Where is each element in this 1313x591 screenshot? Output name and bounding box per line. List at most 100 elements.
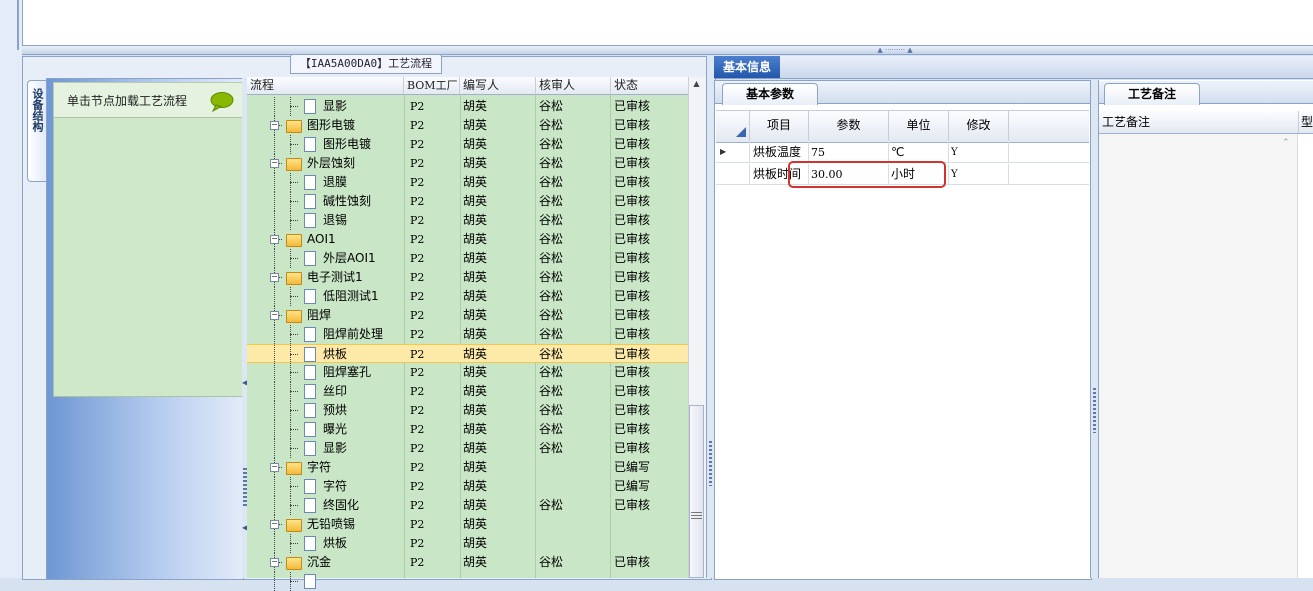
status-cell: 已审核	[614, 118, 651, 132]
collapse-toggle-icon[interactable]: −	[270, 273, 279, 282]
reviewer-cell: 谷松	[539, 347, 564, 361]
tree-row[interactable]	[247, 572, 688, 591]
tree-row[interactable]: 显影 P2 胡英 谷松 已审核	[247, 97, 688, 116]
document-icon	[304, 365, 316, 380]
reviewer-cell: 谷松	[539, 365, 564, 379]
param-item: 烘板温度	[753, 145, 802, 159]
writer-cell: 胡英	[463, 403, 488, 417]
reviewer-cell: 谷松	[539, 232, 564, 246]
tab-process-remark[interactable]: 工艺备注	[1104, 83, 1200, 105]
col-header-value[interactable]: 参数	[809, 110, 889, 141]
remark-textarea[interactable]	[1099, 134, 1298, 578]
reviewer-cell: 谷松	[539, 289, 564, 303]
col-header-unit[interactable]: 单位	[889, 110, 949, 141]
bom-cell: P2	[410, 518, 425, 531]
writer-cell: 胡英	[463, 194, 488, 208]
tree-row[interactable]: 退膜 P2 胡英 谷松 已审核	[247, 173, 688, 192]
document-icon	[304, 422, 316, 437]
tab-basic-info[interactable]: 基本信息	[714, 56, 780, 78]
col-header-bom[interactable]: BOM工厂	[404, 77, 460, 94]
bom-cell: P2	[410, 176, 425, 189]
tree-row[interactable]: 外层AOI1 P2 胡英 谷松 已审核	[247, 249, 688, 268]
col-header-type[interactable]: 型	[1298, 111, 1313, 133]
writer-cell: 胡英	[463, 441, 488, 455]
collapse-toggle-icon[interactable]: −	[270, 558, 279, 567]
tree-row[interactable]: 丝印 P2 胡英 谷松 已审核	[247, 382, 688, 401]
col-header-status[interactable]: 状态	[611, 77, 688, 94]
param-value[interactable]: 75	[811, 142, 825, 163]
status-cell: 已审核	[614, 194, 651, 208]
folder-icon	[286, 310, 302, 323]
collapse-toggle-icon[interactable]: −	[270, 520, 279, 529]
bom-cell: P2	[410, 423, 425, 436]
tree-row[interactable]: − 阻焊 P2 胡英 谷松 已审核	[247, 306, 688, 325]
tree-row[interactable]: 低阻测试1 P2 胡英 谷松 已审核	[247, 287, 688, 306]
collapse-toggle-icon[interactable]: −	[270, 311, 279, 320]
bom-cell: P2	[410, 290, 425, 303]
remark-scroll-up-icon[interactable]: ⌃	[1282, 138, 1290, 148]
collapse-toggle-icon[interactable]: −	[270, 463, 279, 472]
col-header-item[interactable]: 项目	[750, 110, 809, 141]
tree-row[interactable]: − 无铅喷锡 P2 胡英	[247, 515, 688, 534]
collapse-toggle-icon[interactable]: −	[270, 159, 279, 168]
tree-row[interactable]: 烘板 P2 胡英	[247, 534, 688, 553]
document-icon	[304, 574, 316, 589]
tree-node-label: 显影	[323, 441, 348, 455]
writer-cell: 胡英	[463, 289, 488, 303]
tree-row[interactable]: 碱性蚀刻 P2 胡英 谷松 已审核	[247, 192, 688, 211]
col-header-reviewer[interactable]: 核审人	[536, 77, 611, 94]
bom-cell: P2	[410, 157, 425, 170]
tree-scrollbar-thumb[interactable]	[689, 405, 704, 578]
tree-row[interactable]: − AOI1 P2 胡英 谷松 已审核	[247, 230, 688, 249]
collapse-toggle-icon[interactable]: −	[270, 235, 279, 244]
tree-row[interactable]: 显影 P2 胡英 谷松 已审核	[247, 439, 688, 458]
tree-row-selected[interactable]: 烘板 P2 胡英 谷松 已审核	[247, 344, 688, 364]
tree-row[interactable]: 预烘 P2 胡英 谷松 已审核	[247, 401, 688, 420]
tree-node-label: 图形电镀	[323, 137, 372, 151]
tree-row[interactable]: − 字符 P2 胡英 已编写	[247, 458, 688, 477]
writer-cell: 胡英	[463, 365, 488, 379]
param-row[interactable]: 烘板温度 75 ℃ Y	[716, 142, 1089, 163]
tree-node-label: 显影	[323, 99, 348, 113]
tree-row[interactable]: 退锡 P2 胡英 谷松 已审核	[247, 211, 688, 230]
tree-row[interactable]: 阻焊前处理 P2 胡英 谷松 已审核	[247, 325, 688, 344]
tree-row[interactable]: 图形电镀 P2 胡英 谷松 已审核	[247, 135, 688, 154]
writer-cell: 胡英	[463, 137, 488, 151]
collapse-toggle-icon[interactable]: −	[270, 121, 279, 130]
status-cell: 已审核	[614, 441, 651, 455]
writer-cell: 胡英	[463, 517, 488, 531]
tree-node-label: 阻焊	[307, 308, 332, 322]
col-header-flow[interactable]: 流程	[247, 77, 404, 94]
col-header-remark[interactable]: 工艺备注	[1102, 111, 1150, 133]
reviewer-cell: 谷松	[539, 137, 564, 151]
scroll-up-arrow-icon[interactable]: ▲	[689, 79, 704, 91]
writer-cell: 胡英	[463, 327, 488, 341]
tree-row[interactable]: − 图形电镀 P2 胡英 谷松 已审核	[247, 116, 688, 135]
reviewer-cell: 谷松	[539, 498, 564, 512]
bom-cell: P2	[410, 348, 425, 361]
reviewer-cell: 谷松	[539, 327, 564, 341]
reviewer-cell: 谷松	[539, 99, 564, 113]
splitter-grip-icon[interactable]: ▲ ········· ▲	[860, 47, 930, 54]
document-icon	[304, 99, 316, 114]
tree-row[interactable]: 终固化 P2 胡英 谷松 已审核	[247, 496, 688, 515]
tree-row[interactable]: − 外层蚀刻 P2 胡英 谷松 已审核	[247, 154, 688, 173]
tree-row[interactable]: − 沉金 P2 胡英 谷松 已审核	[247, 553, 688, 572]
tab-basic-params[interactable]: 基本参数	[722, 83, 818, 105]
status-cell: 已审核	[614, 308, 651, 322]
status-cell: 已审核	[614, 156, 651, 170]
tree-node-label: 阻焊前处理	[323, 327, 384, 341]
horizontal-splitter[interactable]	[22, 46, 1313, 55]
writer-cell: 胡英	[463, 232, 488, 246]
tree-row[interactable]: 阻焊塞孔 P2 胡英 谷松 已审核	[247, 363, 688, 382]
col-header-writer[interactable]: 编写人	[460, 77, 536, 94]
tree-row[interactable]: 曝光 P2 胡英 谷松 已审核	[247, 420, 688, 439]
reviewer-cell: 谷松	[539, 175, 564, 189]
writer-cell: 胡英	[463, 156, 488, 170]
tree-row[interactable]: − 电子测试1 P2 胡英 谷松 已审核	[247, 268, 688, 287]
reviewer-cell: 谷松	[539, 156, 564, 170]
writer-cell: 胡英	[463, 479, 488, 493]
col-header-modify[interactable]: 修改	[949, 110, 1009, 141]
document-icon	[304, 175, 316, 190]
tree-row[interactable]: 字符 P2 胡英 已编写	[247, 477, 688, 496]
